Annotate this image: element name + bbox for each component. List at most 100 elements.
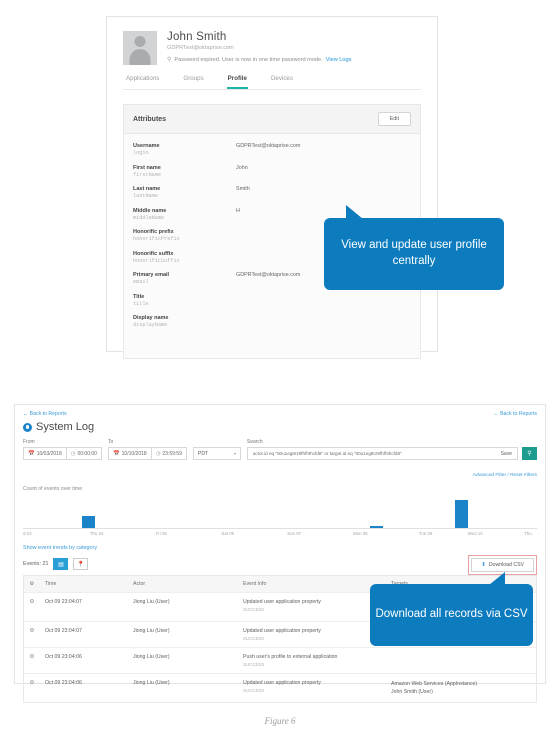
- events-count: Events: 21: [23, 561, 49, 567]
- attributes-header: Attributes Edit: [124, 105, 420, 134]
- events-toolbar: Events: 21 ▤ 📍 ⬇ Download CSV: [15, 551, 545, 575]
- timezone-select[interactable]: PDT ▾: [192, 447, 241, 460]
- row-event-info: Updated user application property SUCCES…: [238, 622, 386, 647]
- attribute-label: Username: [133, 143, 160, 149]
- from-time-value: 00:00:00: [77, 450, 97, 457]
- log-page-title: System Log: [36, 421, 95, 433]
- table-row[interactable]: ⚙ Oct 09 23:04:06 Jiong Liu (User) Updat…: [24, 674, 536, 702]
- callout-csv-text: Download all records via CSV: [375, 608, 528, 621]
- back-to-reports-link[interactable]: ← Back to Reports: [15, 405, 545, 417]
- callout-profile: View and update user profile centrally: [324, 205, 504, 290]
- search-value: actor.id eq "00u1eg8rz9fhfhthcfd8" or ta…: [252, 451, 402, 456]
- from-date-input[interactable]: 📅 10/03/2018: [23, 447, 67, 460]
- x-tick-label: Wed 10: [467, 531, 483, 536]
- x-tick-label: Mon 08: [352, 531, 368, 536]
- view-logs-link[interactable]: View Logs: [326, 57, 352, 63]
- row-event-name: Updated user application property: [243, 628, 321, 635]
- view-map-button[interactable]: 📍: [73, 558, 89, 570]
- tab-applications[interactable]: Applications: [125, 75, 160, 89]
- attribute-variable: firstName: [133, 171, 162, 178]
- save-search-link[interactable]: Save: [501, 451, 512, 457]
- timezone-value: PDT: [197, 450, 209, 457]
- column-header-event-info: Event Info: [243, 581, 267, 587]
- x-tick-label: Sat 06: [221, 531, 235, 536]
- profile-identity: John Smith GDPRTest@oktaprise.com ⚲ Pass…: [167, 31, 351, 65]
- person-key-icon: ⚲: [167, 57, 172, 63]
- download-icon: ⬇: [481, 562, 486, 568]
- row-time: Oct 09 23:04:06: [45, 654, 82, 661]
- chart-x-axis: d 03 Thu 04 Fri 05 Sat 06 Sun 07 Mon 08 …: [23, 528, 537, 539]
- attribute-label: Honorific suffix: [133, 250, 174, 257]
- chevron-down-icon: ▾: [233, 451, 236, 456]
- tab-profile[interactable]: Profile: [226, 75, 248, 89]
- attribute-variable: honorificSuffix: [133, 257, 180, 264]
- tab-devices[interactable]: Devices: [270, 75, 294, 89]
- back-to-reports-link-right[interactable]: ← Back to Reports: [493, 411, 537, 417]
- event-status-icon: ⚙: [29, 599, 35, 605]
- attributes-title: Attributes: [133, 115, 167, 123]
- from-time-input[interactable]: ◷ 00:00:00: [66, 447, 102, 460]
- row-target-item: John Smith (User): [391, 689, 433, 696]
- attribute-variable: middleName: [133, 214, 165, 221]
- attribute-row-first-name: First name firstName John: [124, 165, 420, 178]
- view-table-button[interactable]: ▤: [53, 558, 69, 570]
- show-event-trends-link[interactable]: Show event trends by category: [15, 539, 545, 551]
- advanced-filter-link[interactable]: Advanced Filter / Reset Filters: [473, 473, 537, 478]
- row-actor: Jiong Liu (User): [133, 628, 170, 635]
- advanced-filter-row: Advanced Filter / Reset Filters: [15, 460, 545, 481]
- row-event-name: Updated user application property: [243, 680, 321, 687]
- attribute-variable: displayName: [133, 322, 168, 328]
- search-button[interactable]: ⚲: [522, 447, 537, 460]
- to-date-input[interactable]: 📅 10/10/2018: [107, 447, 152, 460]
- row-event-info: Push user's profile to external applicat…: [238, 648, 386, 673]
- download-csv-button[interactable]: ⬇ Download CSV: [471, 558, 534, 572]
- attribute-label: First name: [133, 164, 161, 171]
- chart-bar: [454, 500, 469, 528]
- status-column-icon: ⚙: [29, 581, 35, 587]
- password-warning: ⚲ Password expired. User is now in one t…: [167, 56, 352, 64]
- x-tick-label: Thu: [524, 531, 532, 536]
- x-tick-label: d 03: [23, 531, 32, 536]
- attribute-variable: email: [133, 279, 149, 285]
- row-actor: Jiong Liu (User): [133, 599, 170, 605]
- row-event-status: SUCCESS: [243, 636, 265, 642]
- attribute-row-last-name: Last name lastName Smith: [124, 186, 420, 199]
- table-view-icon: ▤: [58, 561, 64, 568]
- attribute-label: Middle name: [133, 207, 167, 214]
- user-profile-panel: John Smith GDPRTest@oktaprise.com ⚲ Pass…: [106, 16, 438, 359]
- table-row[interactable]: ⚙ Oct 09 23:04:06 Jiong Liu (User) Push …: [24, 648, 536, 675]
- user-email: GDPRTest@oktaprise.com: [167, 45, 234, 51]
- row-time: Oct 09 23:04:06: [45, 680, 82, 687]
- tab-groups[interactable]: Groups: [182, 75, 204, 89]
- profile-tabs: Applications Groups Profile Devices: [123, 75, 421, 90]
- x-tick-label: Thu 04: [89, 531, 104, 536]
- row-actor: Jiong Liu (User): [133, 654, 170, 661]
- row-event-status: SUCCESS: [243, 662, 265, 668]
- row-time: Oct 09 23:04:07: [45, 628, 82, 635]
- attribute-label: Primary email: [133, 272, 170, 278]
- attribute-value: John: [236, 164, 248, 171]
- map-pin-icon: 📍: [77, 561, 85, 568]
- figure-caption: Figure 6: [264, 716, 296, 726]
- x-tick-label: Fri 05: [155, 531, 167, 536]
- edit-button[interactable]: Edit: [377, 112, 411, 126]
- to-time-input[interactable]: ◷ 23:59:59: [151, 447, 187, 460]
- attribute-value: Smith: [236, 186, 250, 192]
- callout-pointer: [346, 205, 363, 219]
- search-input[interactable]: actor.id eq "00u1eg8rz9fhfhthcfd8" or ta…: [246, 447, 518, 460]
- row-event-name: Push user's profile to external applicat…: [243, 654, 338, 661]
- profile-header: John Smith GDPRTest@oktaprise.com ⚲ Pass…: [107, 17, 437, 65]
- chart-title: Count of events over time: [23, 486, 83, 492]
- log-title-row: System Log: [15, 417, 545, 433]
- row-event-name: Updated user application property: [243, 599, 321, 605]
- row-time: Oct 09 23:04:07: [45, 599, 82, 605]
- to-time-value: 23:59:59: [162, 450, 182, 457]
- event-status-icon: ⚙: [29, 654, 35, 661]
- attribute-value: H: [236, 207, 240, 214]
- attribute-value: GDPRTest@oktaprise.com: [236, 272, 301, 278]
- attribute-variable: login: [133, 150, 149, 156]
- row-event-info: Updated user application property SUCCES…: [238, 674, 386, 702]
- from-label: From: [23, 439, 35, 445]
- page-title: John Smith: [167, 31, 227, 43]
- callout-profile-text: View and update user profile centrally: [341, 239, 487, 267]
